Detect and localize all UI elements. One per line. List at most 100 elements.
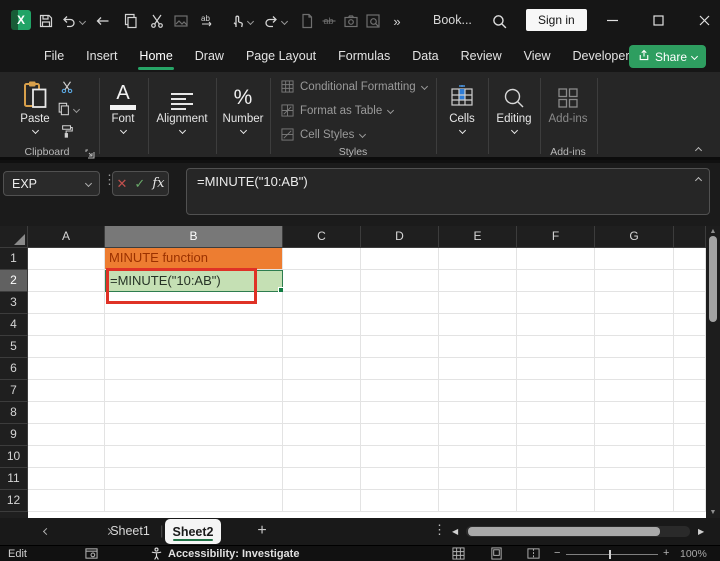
cell-C9[interactable] [283, 424, 361, 446]
cell-x10[interactable] [674, 446, 706, 468]
excel-logo-icon[interactable]: X [11, 10, 31, 30]
page-break-preview-icon[interactable] [527, 547, 540, 561]
cell-C3[interactable] [283, 292, 361, 314]
column-header-C[interactable]: C [283, 226, 361, 248]
select-all-button[interactable] [0, 226, 28, 248]
insert-function-icon[interactable]: fx [152, 176, 164, 191]
column-header-D[interactable]: D [361, 226, 439, 248]
sheet-tab-sheet1[interactable]: Sheet1 [104, 518, 156, 545]
vertical-scrollbar[interactable]: ▲ ▼ [706, 226, 720, 518]
cell-x5[interactable] [674, 336, 706, 358]
cell-C6[interactable] [283, 358, 361, 380]
zoom-out-button[interactable]: − [554, 547, 560, 559]
cell-D7[interactable] [361, 380, 439, 402]
touch-mode-dropdown-icon[interactable] [246, 17, 255, 26]
cell-D2[interactable] [361, 270, 439, 292]
cell-G4[interactable] [595, 314, 674, 336]
zoom-in-button[interactable]: + [663, 547, 669, 559]
vertical-scrollbar-thumb[interactable] [709, 236, 717, 322]
search-icon[interactable] [490, 12, 508, 30]
add-ins-button[interactable]: Add-ins [541, 76, 595, 125]
horizontal-scrollbar-thumb[interactable] [468, 527, 660, 536]
cell-G12[interactable] [595, 490, 674, 512]
maximize-button[interactable] [643, 0, 673, 40]
cell-A4[interactable] [28, 314, 105, 336]
cell-G2[interactable] [595, 270, 674, 292]
cell-C8[interactable] [283, 402, 361, 424]
cell-A5[interactable] [28, 336, 105, 358]
row-header-5[interactable]: 5 [0, 336, 28, 358]
tab-file[interactable]: File [42, 40, 66, 72]
cell-F2[interactable] [517, 270, 595, 292]
tab-review[interactable]: Review [459, 40, 504, 72]
zoom-level[interactable]: 100% [680, 548, 707, 560]
cell-A3[interactable] [28, 292, 105, 314]
cell-D10[interactable] [361, 446, 439, 468]
camera-icon[interactable] [342, 12, 360, 30]
row-header-7[interactable]: 7 [0, 380, 28, 402]
paste-button[interactable]: Paste [14, 76, 56, 135]
cell-F5[interactable] [517, 336, 595, 358]
copy-button[interactable] [57, 102, 81, 116]
cell-A2[interactable] [28, 270, 105, 292]
cell-B5[interactable] [105, 336, 283, 358]
cell-x8[interactable] [674, 402, 706, 424]
strikethrough-icon[interactable]: ab [320, 12, 338, 30]
cell-C4[interactable] [283, 314, 361, 336]
cell-A12[interactable] [28, 490, 105, 512]
cell-C11[interactable] [283, 468, 361, 490]
cell-E6[interactable] [439, 358, 517, 380]
cell-C10[interactable] [283, 446, 361, 468]
cell-C1[interactable] [283, 248, 361, 270]
cell-B11[interactable] [105, 468, 283, 490]
tab-home[interactable]: Home [137, 40, 175, 72]
cell-F8[interactable] [517, 402, 595, 424]
cell-styles-button[interactable]: Cell Styles [281, 128, 367, 141]
cell-x7[interactable] [674, 380, 706, 402]
cell-A8[interactable] [28, 402, 105, 424]
new-file-icon[interactable] [298, 12, 316, 30]
cell-F3[interactable] [517, 292, 595, 314]
format-as-table-button[interactable]: Format as Table [281, 104, 395, 117]
cell-G11[interactable] [595, 468, 674, 490]
cut-button[interactable] [60, 80, 74, 94]
cell-B12[interactable] [105, 490, 283, 512]
cell-E8[interactable] [439, 402, 517, 424]
cell-F12[interactable] [517, 490, 595, 512]
column-header-G[interactable]: G [595, 226, 674, 248]
cell-G10[interactable] [595, 446, 674, 468]
cell-B4[interactable] [105, 314, 283, 336]
row-header-10[interactable]: 10 [0, 446, 28, 468]
cell-B7[interactable] [105, 380, 283, 402]
column-header-partial[interactable] [674, 226, 706, 248]
cell-D9[interactable] [361, 424, 439, 446]
hscroll-right-icon[interactable]: ▶ [698, 527, 704, 536]
cancel-icon[interactable]: ✕ [117, 176, 128, 192]
cell-E3[interactable] [439, 292, 517, 314]
touch-mode-icon[interactable] [228, 12, 246, 30]
cell-D1[interactable] [361, 248, 439, 270]
alignment-group-button[interactable]: Alignment [151, 76, 213, 135]
cell-C7[interactable] [283, 380, 361, 402]
cell-C2[interactable] [283, 270, 361, 292]
cell-D4[interactable] [361, 314, 439, 336]
cell-x2[interactable] [674, 270, 706, 292]
cell-x3[interactable] [674, 292, 706, 314]
hscroll-left-icon[interactable]: ◀ [452, 527, 458, 536]
formula-input[interactable]: =MINUTE("10:AB") [186, 168, 710, 215]
tab-formulas[interactable]: Formulas [336, 40, 392, 72]
sheet-tab-sheet2[interactable]: Sheet2 [165, 519, 221, 544]
cell-x12[interactable] [674, 490, 706, 512]
row-header-1[interactable]: 1 [0, 248, 28, 270]
cell-E4[interactable] [439, 314, 517, 336]
cell-x11[interactable] [674, 468, 706, 490]
cell-G1[interactable] [595, 248, 674, 270]
row-header-2[interactable]: 2 [0, 270, 28, 292]
cell-D3[interactable] [361, 292, 439, 314]
cell-F9[interactable] [517, 424, 595, 446]
row-header-4[interactable]: 4 [0, 314, 28, 336]
undo-icon[interactable] [60, 12, 78, 30]
cell-E7[interactable] [439, 380, 517, 402]
cell-B6[interactable] [105, 358, 283, 380]
back-icon[interactable] [94, 12, 112, 30]
